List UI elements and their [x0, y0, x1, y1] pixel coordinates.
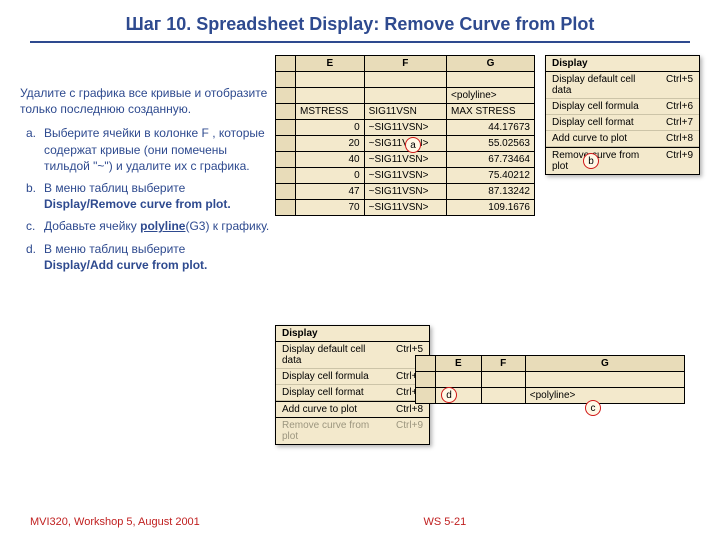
intro-para: Удалите с графика все кривые и отобразит…: [20, 85, 275, 117]
step-d-text1: В меню таблиц выберите: [44, 242, 185, 256]
instruction-text: Удалите с графика все кривые и отобразит…: [20, 55, 275, 279]
menu-item-remove-curve[interactable]: Remove curve from plot Ctrl+9: [546, 147, 699, 174]
cell: ~SIG11VSN>: [364, 152, 446, 168]
callout-c: c: [585, 400, 601, 416]
callout-a: a: [405, 137, 421, 153]
col-g2: G: [525, 356, 684, 372]
menu-shortcut: Ctrl+9: [666, 150, 693, 172]
menu-head: Display: [276, 326, 429, 342]
cell: 47: [296, 184, 365, 200]
step-a-text: Выберите ячейки в колонке F , которые со…: [44, 126, 265, 172]
menu-label: Add curve to plot: [282, 404, 357, 415]
menu-shortcut: Ctrl+9: [396, 420, 423, 442]
step-b: b.В меню таблиц выберитеDisplay/Remove c…: [20, 180, 275, 212]
menu-item[interactable]: Add curve to plot Ctrl+8: [546, 131, 699, 147]
cell: 44.17673: [447, 120, 535, 136]
col-f: F: [364, 56, 446, 72]
step-c-text2: polyline: [140, 219, 185, 233]
cell: 109.1676: [447, 200, 535, 216]
cell: ~SIG11VSN>: [364, 200, 446, 216]
polyline-cell-bottom: <polyline>: [525, 388, 684, 404]
menu-label: Display default cell data: [552, 74, 656, 96]
menu-item[interactable]: Display cell formula Ctrl+6: [546, 99, 699, 115]
cell: 40: [296, 152, 365, 168]
cell: 20: [296, 136, 365, 152]
menu-shortcut: Ctrl+6: [666, 101, 693, 112]
menu-item[interactable]: Display cell formatCtrl+7: [276, 385, 429, 401]
menu-item[interactable]: Display default cell data Ctrl+5: [546, 72, 699, 99]
hdr-sig: SIG11VSN: [364, 104, 446, 120]
menu-label: Remove curve from plot: [282, 420, 386, 442]
hdr-mstress: MSTRESS: [296, 104, 365, 120]
menu-label: Display default cell data: [282, 344, 386, 366]
spreadsheet-top: EFG <polyline> MSTRESSSIG11VSNMAX STRESS…: [275, 55, 535, 216]
hdr-max: MAX STRESS: [447, 104, 535, 120]
step-b-text2: Display/Remove curve from plot.: [44, 197, 231, 211]
step-d-text2: Display/Add curve from plot.: [44, 258, 207, 272]
callout-d: d: [441, 387, 457, 403]
footer: MVI320, Workshop 5, August 2001 WS 5-21: [30, 516, 690, 528]
cell: 75.40212: [447, 168, 535, 184]
menu-shortcut: Ctrl+8: [666, 133, 693, 144]
step-a: a.Выберите ячейки в колонке F , которые …: [20, 125, 275, 174]
cell: 0: [296, 168, 365, 184]
step-c: c.Добавьте ячейку polyline(G3) к графику…: [20, 218, 275, 234]
menu-item-add-curve[interactable]: Add curve to plot Ctrl+8: [276, 401, 429, 418]
step-d: d. В меню таблиц выберитеDisplay/Add cur…: [20, 241, 275, 273]
callout-b: b: [583, 153, 599, 169]
cell: ~SIG11VSN>: [364, 168, 446, 184]
menu-shortcut: Ctrl+8: [396, 404, 423, 415]
menu-label: Display cell format: [552, 117, 634, 128]
menu-item[interactable]: Display cell format Ctrl+7: [546, 115, 699, 131]
menu-head: Display: [546, 56, 699, 72]
cell: ~SIG11VSN>: [364, 184, 446, 200]
menu-item[interactable]: Display cell formulaCtrl+6: [276, 369, 429, 385]
display-menu-bottom[interactable]: Display Display default cell dataCtrl+5 …: [275, 325, 430, 445]
cell: ~SIG11VSN>: [364, 120, 446, 136]
col-e: E: [296, 56, 365, 72]
cell: 67.73464: [447, 152, 535, 168]
page-title: Шаг 10. Spreadsheet Display: Remove Curv…: [0, 0, 720, 41]
menu-shortcut: Ctrl+7: [666, 117, 693, 128]
polyline-cell-top: <polyline>: [447, 88, 535, 104]
menu-label: Remove curve from plot: [552, 150, 656, 172]
step-c-text3: (G3) к графику.: [185, 219, 269, 233]
menu-label: Display cell formula: [282, 371, 369, 382]
menu-item-disabled: Remove curve from plot Ctrl+9: [276, 418, 429, 444]
display-menu-top[interactable]: Display Display default cell dataCtrl+5 …: [545, 55, 700, 175]
menu-label: Add curve to plot: [552, 133, 627, 144]
menu-item[interactable]: Display default cell dataCtrl+5: [276, 342, 429, 369]
cell: 87.13242: [447, 184, 535, 200]
col-e2: E: [436, 356, 482, 372]
cell: 0: [296, 120, 365, 136]
cell: 55.02563: [447, 136, 535, 152]
title-rule: [30, 41, 690, 43]
menu-label: Display cell format: [282, 387, 364, 398]
cell: 70: [296, 200, 365, 216]
footer-right: WS 5-21: [424, 516, 467, 528]
col-g: G: [447, 56, 535, 72]
step-b-text1: В меню таблиц выберите: [44, 181, 185, 195]
menu-shortcut: Ctrl+5: [666, 74, 693, 96]
footer-left: MVI320, Workshop 5, August 2001: [30, 516, 200, 528]
step-c-text1: Добавьте ячейку: [44, 219, 140, 233]
col-f2: F: [481, 356, 525, 372]
menu-label: Display cell formula: [552, 101, 639, 112]
